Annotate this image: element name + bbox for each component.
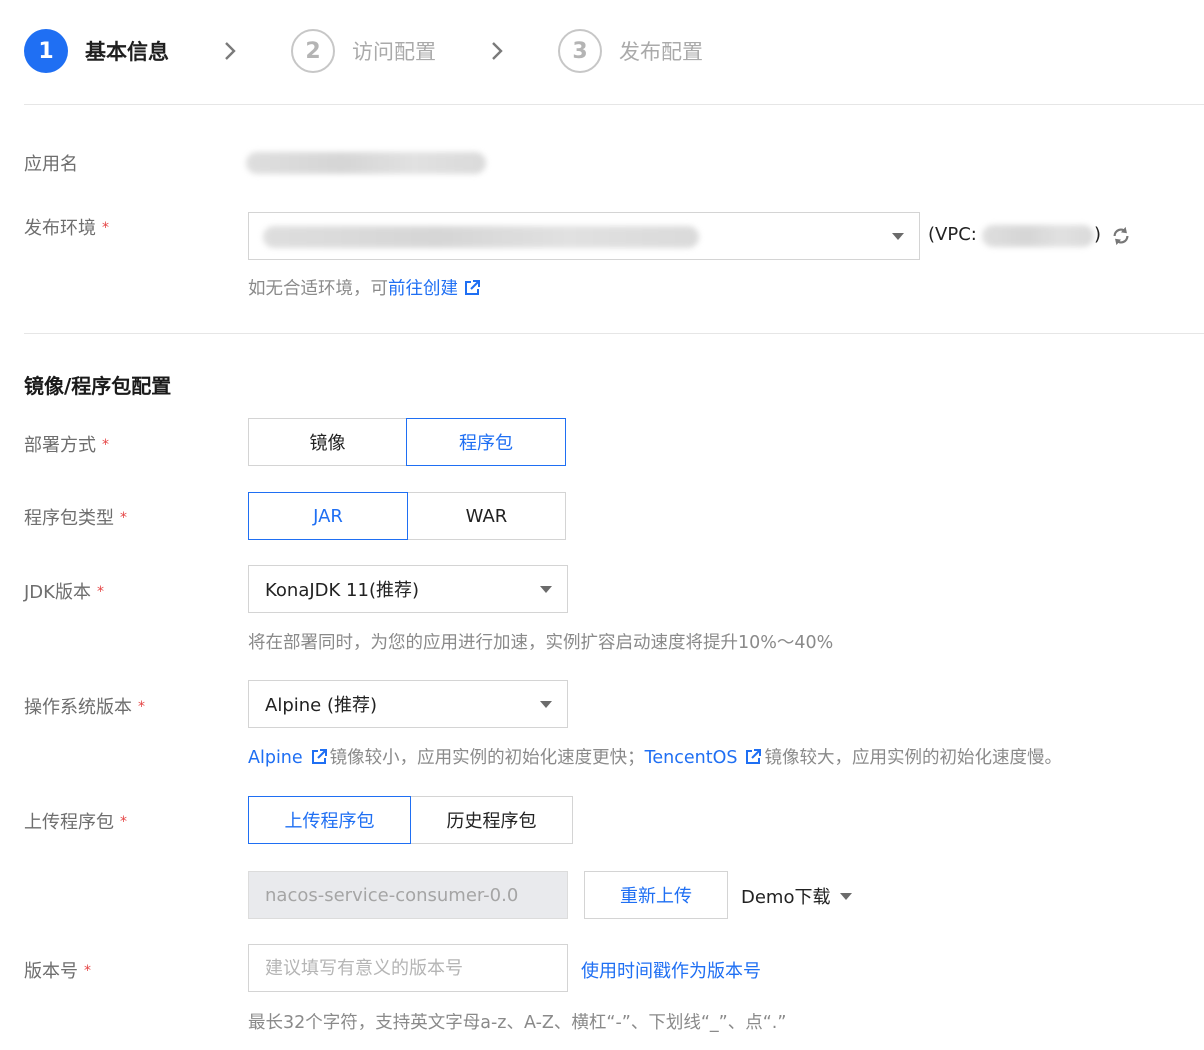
step-label-access-config: 访问配置 [352, 40, 436, 64]
os-select-value: Alpine (推荐) [265, 695, 377, 716]
divider [24, 104, 1204, 105]
external-link-icon[interactable] [311, 749, 327, 765]
upload-segmented: 上传程序包 历史程序包 [248, 796, 573, 844]
step-label-basic-info: 基本信息 [85, 40, 169, 64]
alpine-link[interactable]: Alpine [248, 748, 303, 768]
uploaded-file-field: nacos-service-consumer-0.0 [248, 871, 568, 919]
version-label: 版本号 * [24, 961, 91, 982]
chevron-down-icon [892, 233, 904, 240]
chevron-right-icon [225, 42, 236, 60]
os-hint: Alpine 镜像较小，应用实例的初始化速度更快；TencentOS 镜像较大，应用… [248, 748, 1062, 768]
version-hint: 最长32个字符，支持英文字母a-z、A-Z、横杠“-”、下划线“_”、点“.” [248, 1013, 787, 1033]
upload-label: 上传程序包 * [24, 812, 127, 833]
deploy-mode-segmented: 镜像 程序包 [248, 418, 566, 466]
env-select[interactable] [248, 212, 920, 260]
deploy-mode-label: 部署方式 * [24, 435, 109, 456]
stepper: 1 基本信息 2 访问配置 3 发布配置 [24, 27, 703, 75]
vpc-info: (VPC: [928, 224, 977, 245]
app-name-value-redacted [246, 152, 486, 174]
jdk-label: JDK版本 * [24, 582, 104, 603]
step-access-config[interactable]: 2 访问配置 [291, 29, 436, 73]
step-number-2: 2 [291, 29, 335, 73]
env-label: 发布环境 * [24, 218, 109, 239]
history-package-button[interactable]: 历史程序包 [410, 796, 573, 844]
divider [24, 333, 1204, 334]
demo-download-label: Demo下载 [741, 887, 831, 908]
package-type-segmented: JAR WAR [248, 492, 566, 540]
tencentos-link[interactable]: TencentOS [645, 748, 738, 768]
jdk-select-value: KonaJDK 11(推荐) [265, 580, 420, 601]
reupload-button[interactable]: 重新上传 [584, 871, 728, 919]
demo-download-dropdown[interactable]: Demo下载 [741, 883, 853, 909]
jdk-hint: 将在部署同时，为您的应用进行加速，实例扩容启动速度将提升10%～40% [248, 633, 834, 653]
package-type-label: 程序包类型 * [24, 508, 127, 529]
upload-package-button[interactable]: 上传程序包 [248, 796, 411, 844]
step-number-3: 3 [558, 29, 602, 73]
use-timestamp-link[interactable]: 使用时间戳作为版本号 [581, 957, 761, 983]
env-value-redacted [263, 226, 699, 248]
chevron-down-icon [540, 701, 552, 708]
vpc-value-redacted [982, 225, 1094, 247]
uploaded-file-name: nacos-service-consumer-0.0 [265, 884, 519, 906]
step-label-publish-config: 发布配置 [619, 40, 703, 64]
create-env-link[interactable]: 前往创建 [388, 279, 458, 299]
deploy-mode-package-button[interactable]: 程序包 [406, 418, 566, 466]
os-select[interactable]: Alpine (推荐) [248, 680, 568, 728]
section-title: 镜像/程序包配置 [24, 374, 172, 398]
vpc-close-paren: ) [1094, 224, 1102, 245]
package-type-jar-button[interactable]: JAR [248, 492, 408, 540]
chevron-down-icon [540, 586, 552, 593]
step-basic-info[interactable]: 1 基本信息 [24, 29, 169, 73]
chevron-right-icon [492, 42, 503, 60]
os-label: 操作系统版本 * [24, 697, 145, 718]
refresh-icon[interactable] [1110, 225, 1132, 247]
chevron-down-icon [840, 892, 853, 900]
env-hint: 如无合适环境，可前往创建 [248, 275, 483, 300]
external-link-icon[interactable] [464, 280, 480, 296]
step-number-1: 1 [24, 29, 68, 73]
external-link-icon[interactable] [745, 749, 762, 765]
step-publish-config[interactable]: 3 发布配置 [558, 29, 703, 73]
app-name-label: 应用名 [24, 154, 78, 175]
deploy-mode-image-button[interactable]: 镜像 [248, 418, 407, 466]
jdk-select[interactable]: KonaJDK 11(推荐) [248, 565, 568, 613]
package-type-war-button[interactable]: WAR [407, 492, 566, 540]
version-input[interactable] [248, 944, 568, 992]
